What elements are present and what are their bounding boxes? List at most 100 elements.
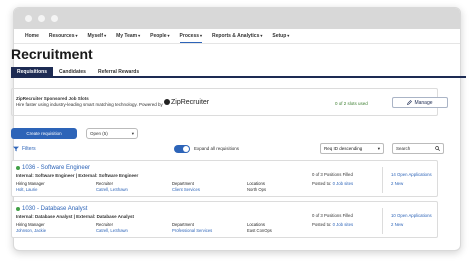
top-navigation: Home Resources▾ Myself▾ My Team▾ People▾… xyxy=(14,29,460,44)
locations-field: Locations East ConOps xyxy=(247,222,272,233)
tab-requisitions[interactable]: Requisitions xyxy=(11,67,54,76)
open-applications-link[interactable]: 14 Open Applications xyxy=(391,172,432,177)
status-filter-value: Open (5) xyxy=(90,131,108,136)
posted-to-label: Posted to: xyxy=(312,181,332,186)
locations-label: Locations xyxy=(247,222,265,227)
requisition-title: 1030 - Database Analyst xyxy=(22,206,88,212)
sort-select[interactable]: Req ID descending ▾ xyxy=(320,143,384,154)
chevron-down-icon: ▾ xyxy=(200,33,203,38)
hiring-manager-label: Hiring Manager xyxy=(16,181,45,186)
posted-to-link[interactable]: 0 Job sites xyxy=(333,222,354,227)
card-divider xyxy=(382,167,383,193)
search-input[interactable]: Search xyxy=(392,143,444,154)
posted-to-field: Posted to: 0 Job sites xyxy=(312,181,353,186)
nav-item-home[interactable]: Home xyxy=(25,33,39,39)
nav-item-reports-analytics[interactable]: Reports & Analytics▾ xyxy=(212,33,262,39)
chevron-down-icon: ▾ xyxy=(287,33,290,38)
manage-button-label: Manage xyxy=(414,99,433,106)
status-dot-icon xyxy=(16,207,20,211)
create-requisition-button[interactable]: Create requisition xyxy=(11,128,77,139)
hiring-manager-link[interactable]: Johnson, Jackie xyxy=(16,228,46,233)
nav-item-label: My Team xyxy=(116,33,138,39)
window-control-dot[interactable] xyxy=(25,15,32,22)
nav-item-process[interactable]: Process▾ xyxy=(179,33,203,43)
posted-to-label: Posted to: xyxy=(312,222,332,227)
hiring-manager-label: Hiring Manager xyxy=(16,222,45,227)
requisition-card: 1030 - Database Analyst Internal: Databa… xyxy=(11,201,438,238)
department-label: Department xyxy=(172,181,194,186)
department-field: Department Professional Services xyxy=(172,222,212,233)
nav-item-label: Myself xyxy=(87,33,104,39)
card-divider xyxy=(382,208,383,234)
ziprecruiter-description: Hire faster using industry-leading smart… xyxy=(16,102,163,107)
posted-to-field: Posted to: 0 Job sites xyxy=(312,222,353,227)
recruiter-link[interactable]: Catrell, LeShawn xyxy=(96,187,128,192)
search-icon xyxy=(435,146,440,151)
hiring-manager-field: Hiring Manager Johnson, Jackie xyxy=(16,222,46,233)
tab-referral-rewards[interactable]: Referral Rewards xyxy=(92,67,145,76)
requisition-subtitle: Internal: Software Engineer | External: … xyxy=(16,173,139,178)
locations-field: Locations North Ops xyxy=(247,181,266,192)
positions-filled-text: 0 of 3 Positions Filled xyxy=(312,213,353,218)
nav-item-label: Process xyxy=(179,33,200,39)
ziprecruiter-logo-text: ZipRecruiter xyxy=(171,99,210,106)
department-link[interactable]: Professional Services xyxy=(172,228,212,233)
page-title: Recruitment xyxy=(11,46,93,62)
pencil-icon xyxy=(407,100,413,105)
locations-value: North Ops xyxy=(247,187,267,192)
chevron-down-icon: ▾ xyxy=(260,33,263,38)
requisition-title-link[interactable]: 1030 - Database Analyst xyxy=(16,206,87,212)
new-applications-link[interactable]: 2 New xyxy=(391,181,403,186)
ziprecruiter-logo: ZipRecruiter xyxy=(164,99,209,106)
department-label: Department xyxy=(172,222,194,227)
ziprecruiter-logo-icon xyxy=(164,99,170,106)
recruiter-field: Recruiter Catrell, LeShawn xyxy=(96,222,128,233)
nav-item-resources[interactable]: Resources▾ xyxy=(49,33,78,39)
tab-bar: Requisitions Candidates Referral Rewards xyxy=(11,67,466,78)
chevron-down-icon: ▾ xyxy=(167,33,170,38)
recruiter-link[interactable]: Catrell, LeShawn xyxy=(96,228,128,233)
nav-item-label: Home xyxy=(25,33,39,39)
requisition-card: 1036 - Software Engineer Internal: Softw… xyxy=(11,160,438,197)
nav-item-people[interactable]: People▾ xyxy=(150,33,169,39)
positions-filled-text: 0 of 3 Positions Filled xyxy=(312,172,353,177)
recruiter-label: Recruiter xyxy=(96,222,113,227)
sort-value: Req ID descending xyxy=(324,146,363,151)
chevron-down-icon: ▾ xyxy=(377,145,380,151)
recruiter-field: Recruiter Catrell, LeShawn xyxy=(96,181,128,192)
hiring-manager-link[interactable]: Holt, Laurie xyxy=(16,187,45,192)
expand-all-toggle[interactable] xyxy=(174,145,190,153)
filter-icon xyxy=(13,146,19,152)
requisition-title: 1036 - Software Engineer xyxy=(22,165,91,171)
expand-all-label: Expand all requisitions xyxy=(194,146,240,151)
nav-item-my-team[interactable]: My Team▾ xyxy=(116,33,140,39)
nav-item-label: Setup xyxy=(272,33,287,39)
locations-value: East ConOps xyxy=(247,228,272,233)
status-filter-select[interactable]: Open (5) ▾ xyxy=(86,128,138,139)
ziprecruiter-heading: ZipRecruiter Sponsored Job Slots xyxy=(16,96,89,101)
status-dot-icon xyxy=(16,166,20,170)
recruiter-label: Recruiter xyxy=(96,181,113,186)
nav-item-setup[interactable]: Setup▾ xyxy=(272,33,289,39)
tab-candidates[interactable]: Candidates xyxy=(53,67,92,76)
window-titlebar xyxy=(14,8,460,29)
window-control-dot[interactable] xyxy=(38,15,45,22)
requisition-subtitle: Internal: Database Analyst | External: D… xyxy=(16,214,134,219)
window-control-dot[interactable] xyxy=(51,15,58,22)
chevron-down-icon: ▾ xyxy=(104,33,107,38)
department-field: Department Client Services xyxy=(172,181,200,192)
nav-item-label: Reports & Analytics xyxy=(212,33,260,39)
nav-item-myself[interactable]: Myself▾ xyxy=(88,33,107,39)
department-link[interactable]: Client Services xyxy=(172,187,200,192)
ziprecruiter-banner: ZipRecruiter Sponsored Job Slots Hire fa… xyxy=(11,88,448,116)
filters-toggle[interactable]: Filters xyxy=(13,146,36,152)
filters-label: Filters xyxy=(22,146,36,152)
slots-used-text: 0 of 2 slots used xyxy=(335,101,368,106)
chevron-down-icon: ▾ xyxy=(75,33,78,38)
requisition-title-link[interactable]: 1036 - Software Engineer xyxy=(16,165,90,171)
new-applications-link[interactable]: 2 New xyxy=(391,222,403,227)
open-applications-link[interactable]: 10 Open Applications xyxy=(391,213,432,218)
search-placeholder: Search xyxy=(396,146,411,151)
manage-button[interactable]: Manage xyxy=(392,97,448,108)
posted-to-link[interactable]: 0 Job sites xyxy=(333,181,354,186)
